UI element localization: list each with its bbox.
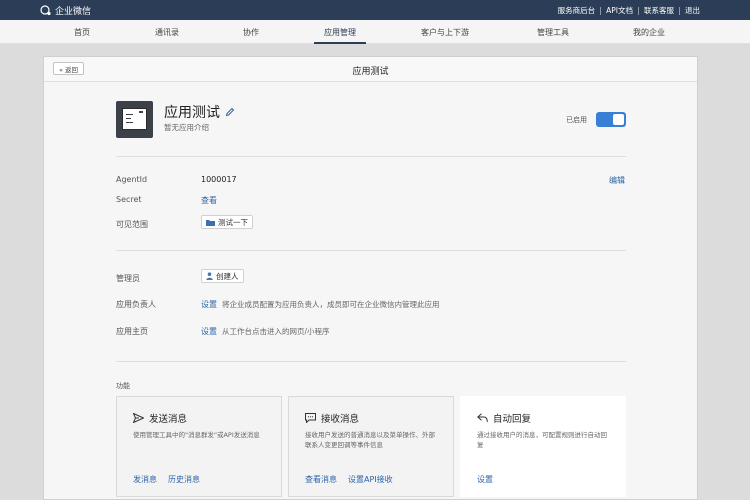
nav-management-tools[interactable]: 管理工具 (537, 27, 569, 38)
app-screen-icon (122, 108, 147, 130)
card-title: 自动回复 (493, 414, 532, 425)
owner-row: 设置 将企业成员配置为应用负责人，成员即可在企业微信内管理此应用 (201, 299, 440, 310)
send-message-link[interactable]: 发消息 (133, 474, 157, 485)
nav-app-management[interactable]: 应用管理 (324, 27, 356, 38)
secret-view-link[interactable]: 查看 (201, 195, 217, 206)
nav-my-enterprise[interactable]: 我的企业 (633, 27, 665, 38)
enable-toggle[interactable] (596, 112, 626, 127)
panel-title: 应用测试 (352, 67, 389, 77)
feature-card-receive-message[interactable]: 接收消息 接收用户发送的普通消息以及菜单操作、外部联系人变更回调等事件信息 查看… (288, 396, 454, 497)
card-links: 设置 (477, 474, 504, 485)
card-links: 发消息 历史消息 (133, 474, 211, 485)
divider (600, 6, 602, 15)
visible-range-value: 测试一下 (218, 217, 248, 227)
homepage-row: 设置 从工作台点击进入的网页/小程序 (201, 326, 330, 337)
homepage-set-link[interactable]: 设置 (201, 326, 217, 337)
visible-range-label: 可见范围 (116, 220, 148, 229)
set-api-receive-link[interactable]: 设置API接收 (348, 474, 393, 485)
visible-range-chip[interactable]: 测试一下 (201, 215, 253, 229)
secret-label: Secret (116, 195, 142, 204)
app-name: 应用测试 (164, 105, 220, 121)
homepage-label: 应用主页 (116, 327, 148, 336)
link-contact-support[interactable]: 联系客服 (644, 5, 674, 16)
folder-icon (206, 219, 215, 226)
panel-header: « 返回 应用测试 (44, 57, 697, 82)
card-title-row: 发送消息 (133, 411, 187, 425)
app-detail-panel: « 返回 应用测试 应用测试 暂无应用介绍 已启用 AgentId 100001… (43, 56, 698, 500)
card-title-row: 自动回复 (477, 411, 531, 425)
card-title: 接收消息 (321, 414, 360, 425)
card-title: 发送消息 (149, 414, 188, 425)
person-icon (206, 272, 213, 280)
divider (116, 361, 626, 362)
card-links: 查看消息 设置API接收 (305, 474, 404, 485)
card-description: 通过接收用户的消息，可配置规则进行自动回复 (477, 431, 607, 449)
nav-customers[interactable]: 客户与上下游 (421, 27, 469, 38)
owner-label: 应用负责人 (116, 300, 156, 309)
pencil-icon[interactable] (225, 107, 235, 117)
nav-contacts[interactable]: 通讯录 (155, 27, 179, 38)
view-messages-link[interactable]: 查看消息 (305, 474, 337, 485)
manager-label: 管理员 (116, 274, 140, 283)
top-bar: 企业微信 服务商后台 API文档 联系客服 退出 (0, 0, 750, 20)
card-description: 使用管理工具中的"消息群发"或API发送消息 (133, 431, 260, 439)
card-description: 接收用户发送的普通消息以及菜单操作、外部联系人变更回调等事件信息 (305, 431, 435, 449)
card-title-row: 接收消息 (305, 411, 359, 425)
enabled-label: 已启用 (566, 116, 587, 124)
edit-link[interactable]: 编辑 (609, 175, 625, 186)
agentid-label: AgentId (116, 175, 148, 184)
auto-reply-settings-link[interactable]: 设置 (477, 474, 493, 485)
manager-chip[interactable]: 创建人 (201, 269, 244, 283)
feature-card-auto-reply[interactable]: 自动回复 通过接收用户的消息，可配置规则进行自动回复 设置 (460, 396, 626, 497)
top-links: 服务商后台 API文档 联系客服 退出 (558, 5, 700, 16)
app-name-row: 应用测试 (164, 102, 235, 122)
brand[interactable]: 企业微信 (40, 3, 91, 17)
features-section-label: 功能 (116, 382, 130, 390)
nav-home[interactable]: 首页 (74, 27, 90, 38)
owner-description: 将企业成员配置为应用负责人，成员即可在企业微信内管理此应用 (222, 300, 440, 309)
manager-value: 创建人 (216, 271, 239, 281)
history-message-link[interactable]: 历史消息 (168, 474, 200, 485)
reply-icon (477, 413, 488, 423)
divider (116, 156, 626, 157)
app-icon[interactable] (116, 101, 153, 138)
divider (116, 250, 626, 251)
active-tab-indicator (314, 42, 366, 44)
toggle-knob (613, 114, 624, 125)
main-nav: 首页 通讯录 协作 应用管理 客户与上下游 管理工具 我的企业 (0, 20, 750, 44)
link-logout[interactable]: 退出 (685, 5, 700, 16)
nav-collaboration[interactable]: 协作 (243, 27, 259, 38)
send-icon (133, 413, 144, 423)
feature-card-send-message[interactable]: 发送消息 使用管理工具中的"消息群发"或API发送消息 发消息 历史消息 (116, 396, 282, 497)
homepage-description: 从工作台点击进入的网页/小程序 (222, 327, 330, 336)
chat-bubble-icon (305, 413, 316, 423)
link-provider-console[interactable]: 服务商后台 (558, 5, 596, 16)
divider (638, 6, 639, 15)
link-api-docs[interactable]: API文档 (606, 5, 633, 16)
owner-set-link[interactable]: 设置 (201, 299, 217, 310)
agentid-value: 1000017 (201, 175, 237, 184)
divider (679, 6, 680, 15)
brand-name: 企业微信 (55, 6, 92, 17)
app-description: 暂无应用介绍 (164, 123, 209, 132)
wecom-logo-icon (40, 4, 51, 15)
